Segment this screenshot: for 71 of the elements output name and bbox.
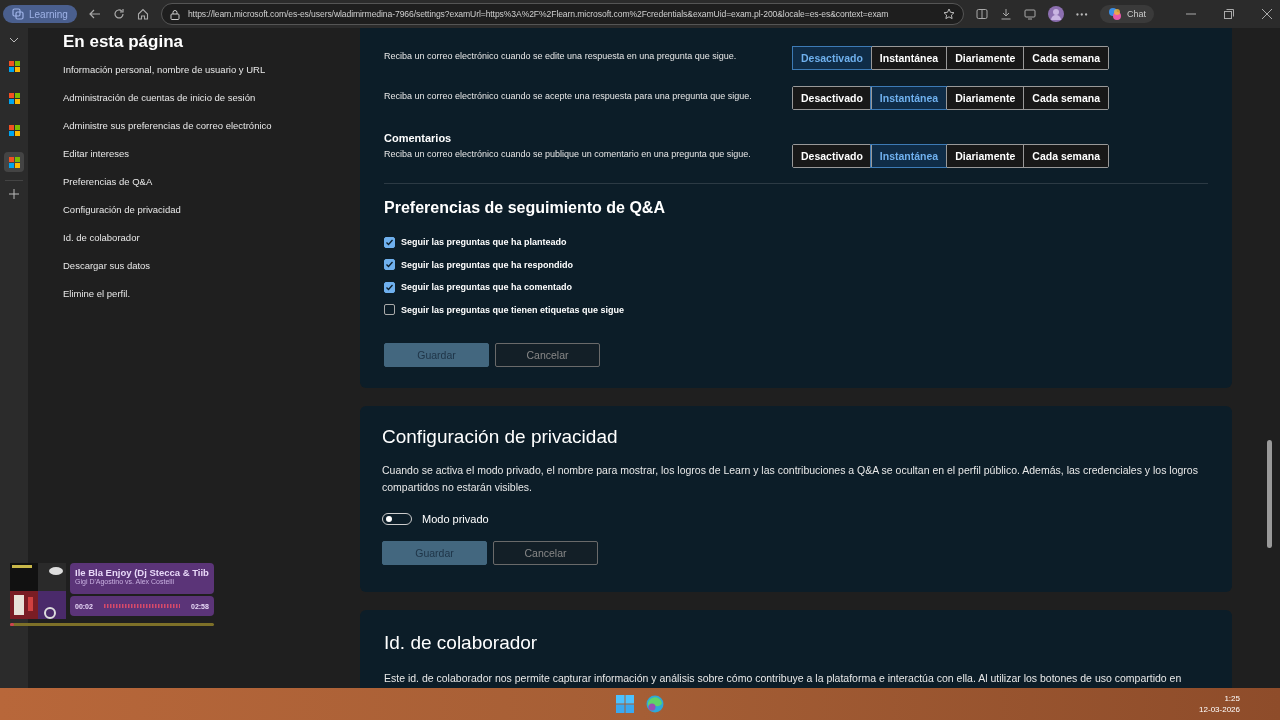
frequency-option[interactable]: Desactivado [792,87,871,109]
clock-time: 1:25 [1224,694,1240,703]
section-title: Preferencias de seguimiento de Q&A [384,199,666,217]
sidebar-link[interactable]: Configuración de privacidad [63,204,360,232]
checkbox[interactable] [384,236,395,248]
checkbox[interactable] [384,281,395,293]
sidebar-link[interactable]: Información personal, nombre de usuario y URL [63,64,360,92]
frequency-option[interactable]: Instantánea [870,145,947,167]
frequency-option[interactable]: Desactivado [792,47,871,69]
waveform-icon [103,603,180,609]
restore-icon[interactable] [1224,9,1234,19]
section-title: Id. de colaborador [384,631,539,654]
frequency-option[interactable]: Cada semana [1023,47,1108,69]
split-screen-icon[interactable] [976,8,989,20]
frequency-option[interactable]: Diariamente [946,47,1024,69]
lock-icon [169,8,180,20]
section-title: Configuración de privacidad [382,425,619,448]
checkbox[interactable] [384,259,395,271]
frequency-option[interactable]: Desactivado [792,145,871,167]
frequency-option[interactable]: Instantánea [870,87,947,109]
avatar-icon[interactable] [1048,6,1065,22]
toggle-label: Modo privado [422,513,489,525]
sidebar-link[interactable]: Administre sus preferencias de correo electrónico [63,120,360,148]
collapse-icon[interactable] [9,36,19,44]
checkbox[interactable] [384,304,395,316]
frequency-option[interactable]: Cada semana [1023,87,1108,109]
frequency-option[interactable]: Instantánea [870,47,947,69]
more-icon[interactable] [1076,12,1088,16]
vertical-tab[interactable] [4,152,24,172]
clock-date: 12-03-2026 [1199,705,1240,714]
windows-logo-icon [8,60,20,72]
checkbox-label: Seguir las preguntas que ha planteado [401,237,567,248]
scrollbar-thumb[interactable] [1267,440,1272,548]
section-subheading: Comentarios [384,132,453,144]
checkbox-label: Seguir las preguntas que tienen etiquetas que sigue [401,304,625,315]
address-bar[interactable]: https://learn.microsoft.com/es-es/users/wladimirmedina-7966/settings?examUrl=https%3A%2F%2Flearn.microsoft.com%2Fcredentials&examUid=exam.pl-200&locale=es-es&context=exam [160,3,965,25]
sidebar-link[interactable]: Administración de cuentas de inicio de sesión [63,92,360,120]
download-icon[interactable] [1000,8,1013,20]
url-text: https://learn.microsoft.com/es-es/users/wladimirmedina-7966/settings?examUrl=https%3A%2F%2Flearn.microsoft.com%2Fcredentials&examUid=exam.pl-200&locale=es-es&context=exam [187,9,890,19]
frequency-option[interactable]: Cada semana [1023,145,1108,167]
star-icon[interactable] [943,8,956,20]
sidebar-link[interactable]: Id. de colaborador [63,232,360,260]
learning-icon [12,8,24,20]
frequency-option[interactable]: Diariamente [946,87,1024,109]
windows-logo-icon [8,124,20,136]
setting-description: Reciba un correo electrónico cuando se edite una respuesta en una pregunta que sigue. [384,51,737,61]
sidebar-link[interactable]: Preferencias de Q&A [63,176,360,204]
checkbox-label: Seguir las preguntas que ha comentado [401,282,573,293]
track-title: Ile Bla Enjoy (Dj Stecca & Tiib [75,567,209,578]
screenshot-icon[interactable] [1024,8,1037,20]
back-icon[interactable] [88,8,101,20]
sidebar-link[interactable]: Descargar sus datos [63,260,360,288]
checkbox-label: Seguir las preguntas que ha respondido [401,259,574,270]
close-icon[interactable] [1262,9,1272,19]
windows-logo-icon [8,156,20,168]
add-icon[interactable] [9,189,19,199]
section-description: Cuando se activa el modo privado, el nombre para mostrar, los logros de Learn y las contribuciones a Q&A se ocultan en el perfil público. Además, las credenciales y los logros compartidos no estarán visibles. [382,463,1199,495]
windows-logo-icon [8,92,20,104]
frequency-option[interactable]: Diariamente [946,145,1024,167]
windows-start-icon[interactable] [616,695,634,713]
copilot-icon [1108,7,1122,21]
home-icon[interactable] [136,8,149,20]
setting-description: Reciba un correo electrónico cuando se publique un comentario en una pregunta que sigue. [384,149,751,159]
refresh-icon[interactable] [112,8,125,20]
sidebar-link[interactable]: Editar intereses [63,148,360,176]
sidebar-title: En esta página [63,32,184,52]
setting-description: Reciba un correo electrónico cuando se acepte una respuesta para una pregunta que sigue. [384,91,752,101]
browser-icon[interactable] [646,695,664,713]
chat-button[interactable]: Chat [1100,5,1154,23]
sidebar-link[interactable]: Elimine el perfil. [63,288,360,316]
section-description: Este id. de colaborador nos permite capturar información y análisis sobre cómo contribuye a la plataforma e interactúa con ella. Al utilizar los botones de uso compartido en [384,671,1183,686]
